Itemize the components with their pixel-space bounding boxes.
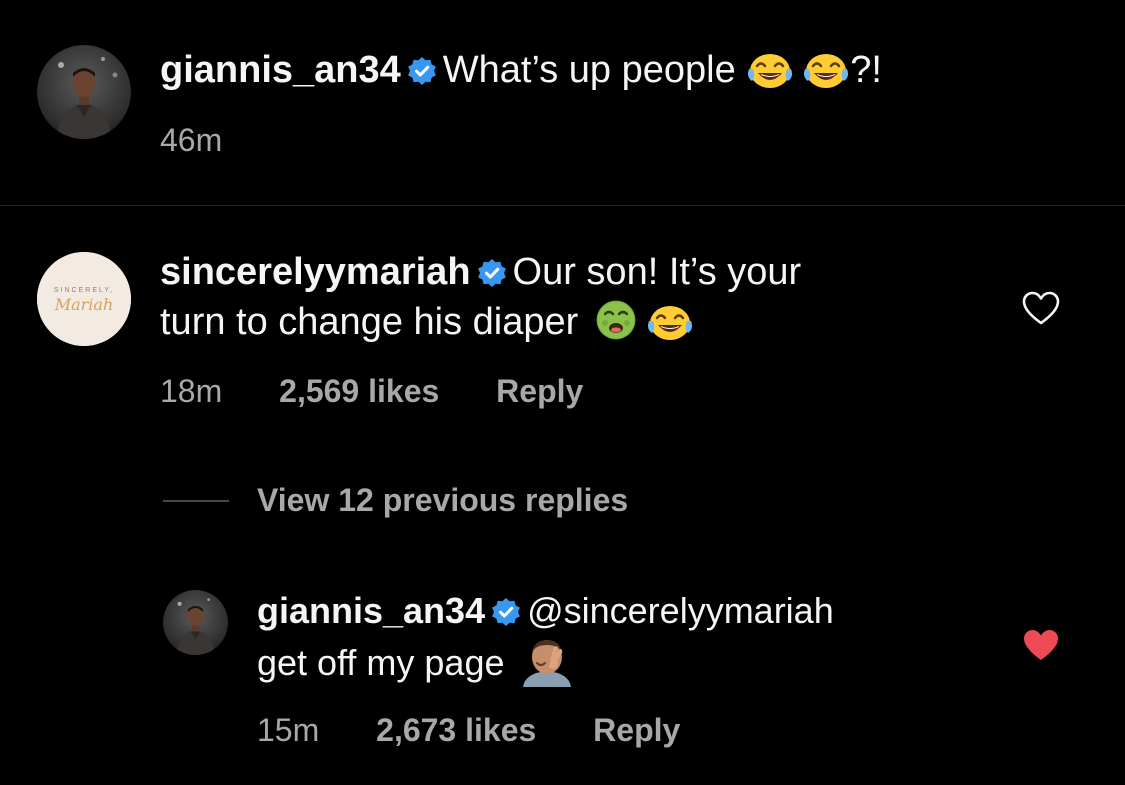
reply-line-1: giannis_an34 @sincerelyymariah bbox=[257, 588, 834, 634]
comment-username[interactable]: sincerelyymariah bbox=[160, 251, 471, 293]
verified-badge-icon bbox=[407, 56, 437, 86]
comment-meta: 18m 2,569 likes Reply bbox=[160, 371, 583, 411]
comment-avatar[interactable]: SINCERELY, Mariah bbox=[37, 252, 131, 346]
caption-avatar[interactable] bbox=[37, 45, 131, 139]
comment-text-line-2: turn to change his diaper bbox=[160, 301, 579, 343]
reply-text-line-2: get off my page bbox=[257, 642, 505, 683]
reply-mention-link[interactable]: @sincerelyymariah bbox=[527, 590, 834, 631]
reply-reply-button[interactable]: Reply bbox=[593, 712, 680, 748]
avatar-logo-top: SINCERELY, bbox=[54, 287, 114, 294]
reply-username[interactable]: giannis_an34 bbox=[257, 590, 485, 631]
reply-avatar[interactable] bbox=[163, 590, 228, 655]
comment-line-2: turn to change his diaper bbox=[160, 298, 694, 346]
verified-badge-icon bbox=[491, 597, 521, 627]
comment-likes[interactable]: 2,569 likes bbox=[279, 373, 439, 409]
man-facepalming-emoji-icon bbox=[519, 637, 575, 687]
reply-time: 15m bbox=[257, 712, 320, 748]
comment-time: 18m bbox=[160, 373, 223, 409]
tears-of-joy-emoji-icon bbox=[802, 49, 850, 89]
caption-username[interactable]: giannis_an34 bbox=[160, 49, 401, 91]
view-replies-line bbox=[163, 500, 229, 502]
caption-suffix: ?! bbox=[850, 49, 882, 91]
comment-reply-button[interactable]: Reply bbox=[496, 373, 583, 409]
nauseated-face-emoji-icon bbox=[594, 299, 638, 341]
reply-meta: 15m 2,673 likes Reply bbox=[257, 710, 680, 750]
caption-divider bbox=[0, 205, 1125, 206]
caption-text: giannis_an34 What’s up people ?! bbox=[160, 46, 882, 94]
caption-meta: 46m bbox=[160, 120, 222, 160]
comment-text-line-1: Our son! It’s your bbox=[512, 251, 802, 293]
caption-body: What’s up people bbox=[442, 49, 747, 91]
avatar-logo-script: Mariah bbox=[54, 295, 114, 314]
comment-like-heart-icon[interactable] bbox=[1021, 290, 1061, 326]
tears-of-joy-emoji-icon bbox=[646, 301, 694, 341]
comment-line-1: sincerelyymariah Our son! It’s your bbox=[160, 248, 801, 296]
tears-of-joy-emoji-icon bbox=[746, 49, 794, 89]
reply-line-2: get off my page bbox=[257, 637, 575, 687]
reply-liked-heart-icon[interactable] bbox=[1021, 627, 1061, 663]
reply-likes[interactable]: 2,673 likes bbox=[376, 712, 536, 748]
caption-time: 46m bbox=[160, 122, 223, 158]
verified-badge-icon bbox=[477, 258, 507, 288]
view-previous-replies-button[interactable]: View 12 previous replies bbox=[257, 480, 628, 520]
